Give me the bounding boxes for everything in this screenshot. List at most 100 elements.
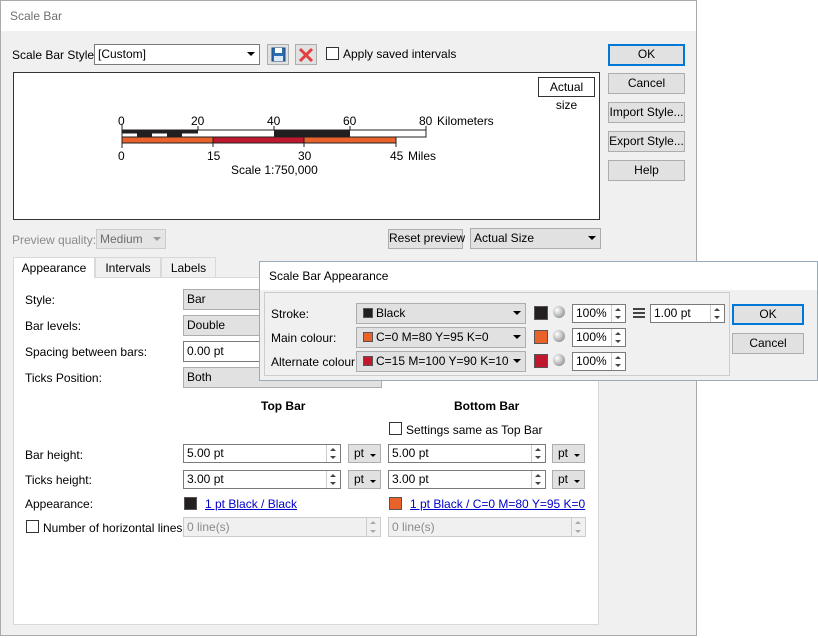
top-bar-height-unit[interactable]: pt xyxy=(348,444,381,463)
bar-style-value: Bar xyxy=(187,292,206,306)
mile-tick-label: 15 xyxy=(207,149,221,163)
gradient-icon[interactable] xyxy=(553,330,565,342)
spinner-icon[interactable] xyxy=(611,305,625,322)
window-title: Scale Bar xyxy=(10,9,63,23)
ticks-position-label: Ticks Position: xyxy=(25,371,102,385)
top-ticks-height-unit[interactable]: pt xyxy=(348,470,381,489)
main-opacity-value: 100% xyxy=(576,330,607,344)
stroke-color-value: Black xyxy=(376,306,406,320)
alternate-opacity-input[interactable]: 100% xyxy=(572,352,626,371)
popup-cancel-button[interactable]: Cancel xyxy=(732,333,804,354)
save-style-button[interactable] xyxy=(267,44,289,65)
top-bar-height-input[interactable]: 5.00 pt xyxy=(183,444,341,463)
horizontal-lines-checkbox[interactable] xyxy=(26,520,39,533)
stroke-swatch-icon xyxy=(363,308,373,318)
popup-title-bar[interactable]: Scale Bar Appearance xyxy=(260,262,817,290)
style-combo[interactable]: [Custom] xyxy=(94,44,260,65)
alternate-colour-label: Alternate colour: xyxy=(271,355,359,369)
spinner-icon xyxy=(571,518,585,536)
tab-intervals[interactable]: Intervals xyxy=(95,257,161,277)
apply-saved-intervals-label: Apply saved intervals xyxy=(343,47,457,61)
alternate-colour-swatch[interactable] xyxy=(534,354,548,368)
bottom-ticks-height-unit[interactable]: pt xyxy=(552,470,585,489)
gradient-icon[interactable] xyxy=(553,354,565,366)
settings-same-checkbox[interactable] xyxy=(389,422,402,435)
spinner-icon[interactable] xyxy=(611,353,625,370)
appearance-label: Appearance: xyxy=(25,497,94,511)
help-button[interactable]: Help xyxy=(608,160,685,181)
stroke-width-input[interactable]: 1.00 pt xyxy=(650,304,725,323)
top-ticks-height-input[interactable]: 3.00 pt xyxy=(183,470,341,489)
top-horizontal-lines-input: 0 line(s) xyxy=(183,517,381,537)
chevron-down-icon xyxy=(513,359,521,363)
preview-size-value: Actual Size xyxy=(474,231,535,245)
apply-saved-intervals-checkbox[interactable] xyxy=(326,47,339,60)
spinner-icon[interactable] xyxy=(326,471,340,488)
bottom-appearance-link[interactable]: 1 pt Black / C=0 M=80 Y=95 K=0 xyxy=(410,497,585,511)
top-ticks-height-value: 3.00 pt xyxy=(187,472,224,486)
spinner-icon[interactable] xyxy=(531,471,545,488)
top-hlines-value: 0 line(s) xyxy=(187,520,230,534)
stroke-opacity-input[interactable]: 100% xyxy=(572,304,626,323)
spacing-label: Spacing between bars: xyxy=(25,345,148,359)
preview-quality-value: Medium xyxy=(100,232,143,246)
preview-size-combo[interactable]: Actual Size xyxy=(470,228,601,249)
chevron-down-icon xyxy=(574,480,580,483)
gradient-icon[interactable] xyxy=(553,306,565,318)
top-bar-header: Top Bar xyxy=(261,399,306,413)
km-tick-label: 0 xyxy=(118,114,125,128)
stroke-color-combo[interactable]: Black xyxy=(356,303,526,324)
spinner-icon[interactable] xyxy=(531,445,545,462)
main-colour-value: C=0 M=80 Y=95 K=0 xyxy=(376,330,489,344)
mile-unit-label: Miles xyxy=(408,149,437,163)
bottom-bar-height-unit[interactable]: pt xyxy=(552,444,585,463)
tab-appearance[interactable]: Appearance xyxy=(13,257,95,278)
unit-value: pt xyxy=(354,446,365,460)
bottom-ticks-height-input[interactable]: 3.00 pt xyxy=(388,470,546,489)
chevron-down-icon xyxy=(574,454,580,457)
line-weight-icon xyxy=(633,308,645,318)
alt-swatch-icon xyxy=(363,356,373,366)
stroke-label: Stroke: xyxy=(271,307,310,321)
bottom-hlines-value: 0 line(s) xyxy=(392,520,435,534)
ok-button[interactable]: OK xyxy=(608,44,685,66)
cancel-button[interactable]: Cancel xyxy=(608,73,685,94)
export-style-button[interactable]: Export Style... xyxy=(608,131,685,152)
km-tick-label: 20 xyxy=(191,114,205,128)
reset-preview-button[interactable]: Reset preview xyxy=(388,229,465,249)
tab-labels[interactable]: Labels xyxy=(161,257,216,277)
km-seg-d xyxy=(274,130,350,137)
delete-x-icon xyxy=(298,47,314,63)
spinner-icon[interactable] xyxy=(710,305,724,322)
spinner-icon xyxy=(366,518,380,536)
import-style-button[interactable]: Import Style... xyxy=(608,102,685,123)
bottom-horizontal-lines-input: 0 line(s) xyxy=(388,517,586,537)
km-seg-b xyxy=(167,133,182,137)
main-swatch-icon xyxy=(363,332,373,342)
popup-ok-button[interactable]: OK xyxy=(732,304,804,325)
alternate-colour-combo[interactable]: C=15 M=100 Y=90 K=10 xyxy=(356,351,526,372)
mile-tick-label: 0 xyxy=(118,149,125,163)
spinner-icon[interactable] xyxy=(326,445,340,462)
spinner-icon[interactable] xyxy=(611,329,625,346)
top-appearance-link[interactable]: 1 pt Black / Black xyxy=(205,497,297,511)
spacing-value: 0.00 pt xyxy=(187,344,224,358)
scale-bar-preview: Actual size 0 20 40 60 80 Kilometers 0 1… xyxy=(13,72,600,220)
bar-levels-value: Double xyxy=(187,318,226,332)
main-colour-label: Main colour: xyxy=(271,331,337,345)
km-tick-label: 60 xyxy=(343,114,357,128)
bottom-ticks-height-value: 3.00 pt xyxy=(392,472,429,486)
chevron-down-icon xyxy=(153,237,161,241)
bottom-bar-header: Bottom Bar xyxy=(454,399,520,413)
bottom-color-swatch xyxy=(389,497,402,510)
main-colour-combo[interactable]: C=0 M=80 Y=95 K=0 xyxy=(356,327,526,348)
main-colour-swatch[interactable] xyxy=(534,330,548,344)
mile-tick-label: 30 xyxy=(298,149,312,163)
stroke-color-swatch[interactable] xyxy=(534,306,548,320)
main-opacity-input[interactable]: 100% xyxy=(572,328,626,347)
chevron-down-icon xyxy=(370,454,376,457)
popup-title: Scale Bar Appearance xyxy=(269,269,389,283)
title-bar[interactable]: Scale Bar xyxy=(1,1,696,31)
delete-style-button[interactable] xyxy=(295,44,317,65)
bottom-bar-height-input[interactable]: 5.00 pt xyxy=(388,444,546,463)
